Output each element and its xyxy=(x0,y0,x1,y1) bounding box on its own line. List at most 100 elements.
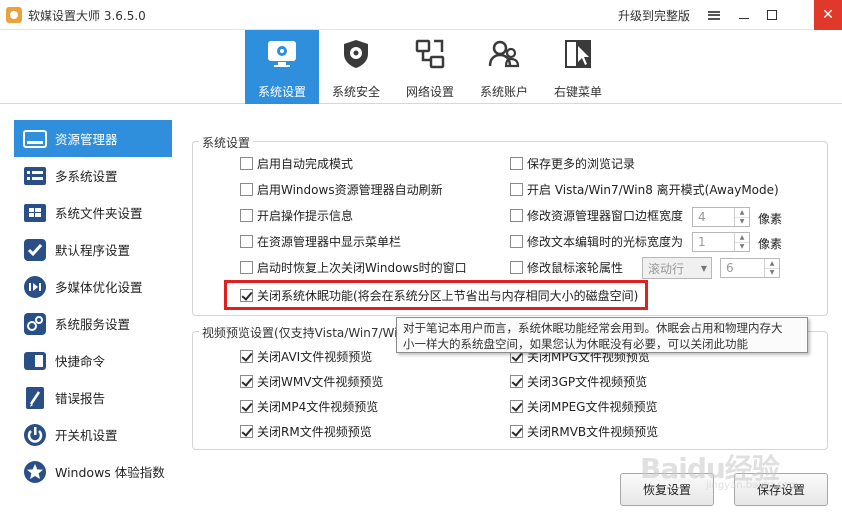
checkbox[interactable] xyxy=(510,183,523,196)
tooltip-line: 小一样大的系统盘空间，如果您认为休眠没有必要，可以关闭此功能 xyxy=(403,337,748,351)
sidebar-item-label: 系统文件夹设置 xyxy=(55,206,143,221)
option-away-mode[interactable]: 开启 Vista/Win7/Win8 离开模式(AwayMode) xyxy=(510,181,779,198)
sidebar-item-system-folder[interactable]: 系统文件夹设置 xyxy=(14,194,172,231)
tab-system-settings[interactable]: 系统设置 xyxy=(245,30,319,104)
close-button[interactable]: ✕ xyxy=(814,0,842,30)
close-icon: ✕ xyxy=(822,7,834,23)
sidebar-item-multimedia[interactable]: 多媒体优化设置 xyxy=(14,268,172,305)
option-label: 保存更多的浏览记录 xyxy=(527,157,636,171)
minimize-button[interactable] xyxy=(730,0,758,30)
maximize-button[interactable] xyxy=(758,0,786,30)
sidebar-item-services[interactable]: 系统服务设置 xyxy=(14,305,172,342)
stepper-up-icon[interactable]: ▲ xyxy=(735,208,749,218)
maximize-icon xyxy=(767,10,777,20)
star-icon xyxy=(24,460,46,483)
option-border-width[interactable]: 修改资源管理器窗口边框宽度 xyxy=(510,207,683,224)
sidebar-item-experience-index[interactable]: Windows 体验指数 xyxy=(14,453,172,490)
stepper-value[interactable]: 6 xyxy=(721,259,764,277)
tab-label: 系统安全 xyxy=(331,85,380,99)
stepper-value[interactable]: 4 xyxy=(693,208,734,226)
menu-icon xyxy=(708,10,720,20)
stepper-down-icon[interactable]: ▼ xyxy=(765,269,779,278)
option-auto-complete[interactable]: 启用自动完成模式 xyxy=(240,155,353,172)
sidebar-item-multi-system[interactable]: 多系统设置 xyxy=(14,157,172,194)
option-label: 修改鼠标滚轮属性 xyxy=(527,261,624,275)
checkbox[interactable] xyxy=(510,425,523,438)
checkbox[interactable] xyxy=(240,375,253,388)
upgrade-link[interactable]: 升级到完整版 xyxy=(618,7,690,24)
checkbox[interactable] xyxy=(240,425,253,438)
cursor-width-stepper[interactable]: 1 ▲ ▼ xyxy=(692,232,750,252)
restore-settings-button[interactable]: 恢复设置 xyxy=(620,473,714,506)
sidebar-item-label: Windows 体验指数 xyxy=(55,465,165,480)
stepper-up-icon[interactable]: ▲ xyxy=(765,259,779,269)
stepper-value[interactable]: 1 xyxy=(693,233,734,251)
sidebar: 资源管理器 多系统设置 系统文件夹设置 默认程序设置 多媒体优化设置 系统服务设… xyxy=(14,120,172,492)
tab-label: 网络设置 xyxy=(405,85,454,99)
sidebar-item-label: 资源管理器 xyxy=(55,132,118,147)
error-report-icon xyxy=(26,386,44,409)
checkbox[interactable] xyxy=(240,350,253,363)
explorer-icon xyxy=(23,129,47,148)
option-rm-preview[interactable]: 关闭RM文件视频预览 xyxy=(240,423,372,440)
stepper-down-icon[interactable]: ▼ xyxy=(735,218,749,227)
sidebar-item-error-report[interactable]: 错误报告 xyxy=(14,379,172,416)
services-gear-icon xyxy=(24,312,46,335)
checkbox[interactable] xyxy=(510,157,523,170)
wheel-lines-stepper[interactable]: 6 ▲ ▼ xyxy=(720,258,780,278)
option-mp4-preview[interactable]: 关闭MP4文件视频预览 xyxy=(240,398,378,415)
option-tooltips[interactable]: 开启操作提示信息 xyxy=(240,207,353,224)
minimize-icon xyxy=(739,17,749,19)
default-program-icon xyxy=(24,238,46,261)
option-browse-history[interactable]: 保存更多的浏览记录 xyxy=(510,155,635,172)
option-explorer-autorefresh[interactable]: 启用Windows资源管理器自动刷新 xyxy=(240,181,443,198)
save-settings-button[interactable]: 保存设置 xyxy=(734,473,828,506)
chevron-down-icon: ▼ xyxy=(700,263,708,273)
option-rmvb-preview[interactable]: 关闭RMVB文件视频预览 xyxy=(510,423,658,440)
sidebar-item-label: 多媒体优化设置 xyxy=(55,280,143,295)
checkbox[interactable] xyxy=(510,400,523,413)
checkbox[interactable] xyxy=(240,400,253,413)
option-3gp-preview[interactable]: 关闭3GP文件视频预览 xyxy=(510,373,647,390)
tab-system-accounts[interactable]: 系统账户 xyxy=(467,30,541,104)
hibernate-tooltip: 对于笔记本用户而言，系统休眠功能经常会用到。休眠会占用和物理内存大 小一样大的系… xyxy=(396,317,808,353)
checkbox[interactable] xyxy=(510,209,523,222)
option-label: 修改文本编辑时的光标宽度为 xyxy=(527,235,684,249)
checkbox[interactable] xyxy=(510,235,523,248)
checkbox[interactable] xyxy=(510,375,523,388)
sidebar-item-default-programs[interactable]: 默认程序设置 xyxy=(14,231,172,268)
checkbox[interactable] xyxy=(240,157,253,170)
option-restore-windows[interactable]: 启动时恢复上次关闭Windows时的窗口 xyxy=(240,259,467,276)
sidebar-item-explorer[interactable]: 资源管理器 xyxy=(14,120,172,157)
sidebar-item-shortcuts[interactable]: 快捷命令 xyxy=(14,342,172,379)
option-menubar[interactable]: 在资源管理器中显示菜单栏 xyxy=(240,233,401,250)
stepper-down-icon[interactable]: ▼ xyxy=(735,243,749,252)
checkbox[interactable] xyxy=(510,261,523,274)
checkbox[interactable] xyxy=(240,183,253,196)
app-logo-icon xyxy=(6,7,22,23)
option-label: 关闭MP4文件视频预览 xyxy=(257,400,379,414)
option-label: 关闭RMVB文件视频预览 xyxy=(527,425,659,439)
sidebar-item-power[interactable]: 开关机设置 xyxy=(14,416,172,453)
wheel-mode-select[interactable]: 滚动行 ▼ xyxy=(642,257,712,279)
checkbox[interactable] xyxy=(240,209,253,222)
sidebar-item-label: 系统服务设置 xyxy=(55,317,131,332)
option-label: 关闭MPEG文件视频预览 xyxy=(527,400,658,414)
checkbox[interactable] xyxy=(240,235,253,248)
stepper-up-icon[interactable]: ▲ xyxy=(735,233,749,243)
tab-context-menu[interactable]: 右键菜单 xyxy=(541,30,615,104)
shield-gear-icon xyxy=(344,40,368,68)
tab-system-security[interactable]: 系统安全 xyxy=(319,30,393,104)
option-avi-preview[interactable]: 关闭AVI文件视频预览 xyxy=(240,348,372,365)
menu-button[interactable] xyxy=(700,0,728,30)
border-width-stepper[interactable]: 4 ▲ ▼ xyxy=(692,207,750,227)
option-mouse-wheel[interactable]: 修改鼠标滚轮属性 xyxy=(510,259,623,276)
tab-network-settings[interactable]: 网络设置 xyxy=(393,30,467,104)
windows-folder-icon xyxy=(24,203,46,222)
option-mpeg-preview[interactable]: 关闭MPEG文件视频预览 xyxy=(510,398,657,415)
select-value: 滚动行 xyxy=(648,261,685,276)
option-wmv-preview[interactable]: 关闭WMV文件视频预览 xyxy=(240,373,383,390)
tab-label: 右键菜单 xyxy=(553,85,602,99)
option-cursor-width[interactable]: 修改文本编辑时的光标宽度为 xyxy=(510,233,683,250)
checkbox[interactable] xyxy=(240,261,253,274)
